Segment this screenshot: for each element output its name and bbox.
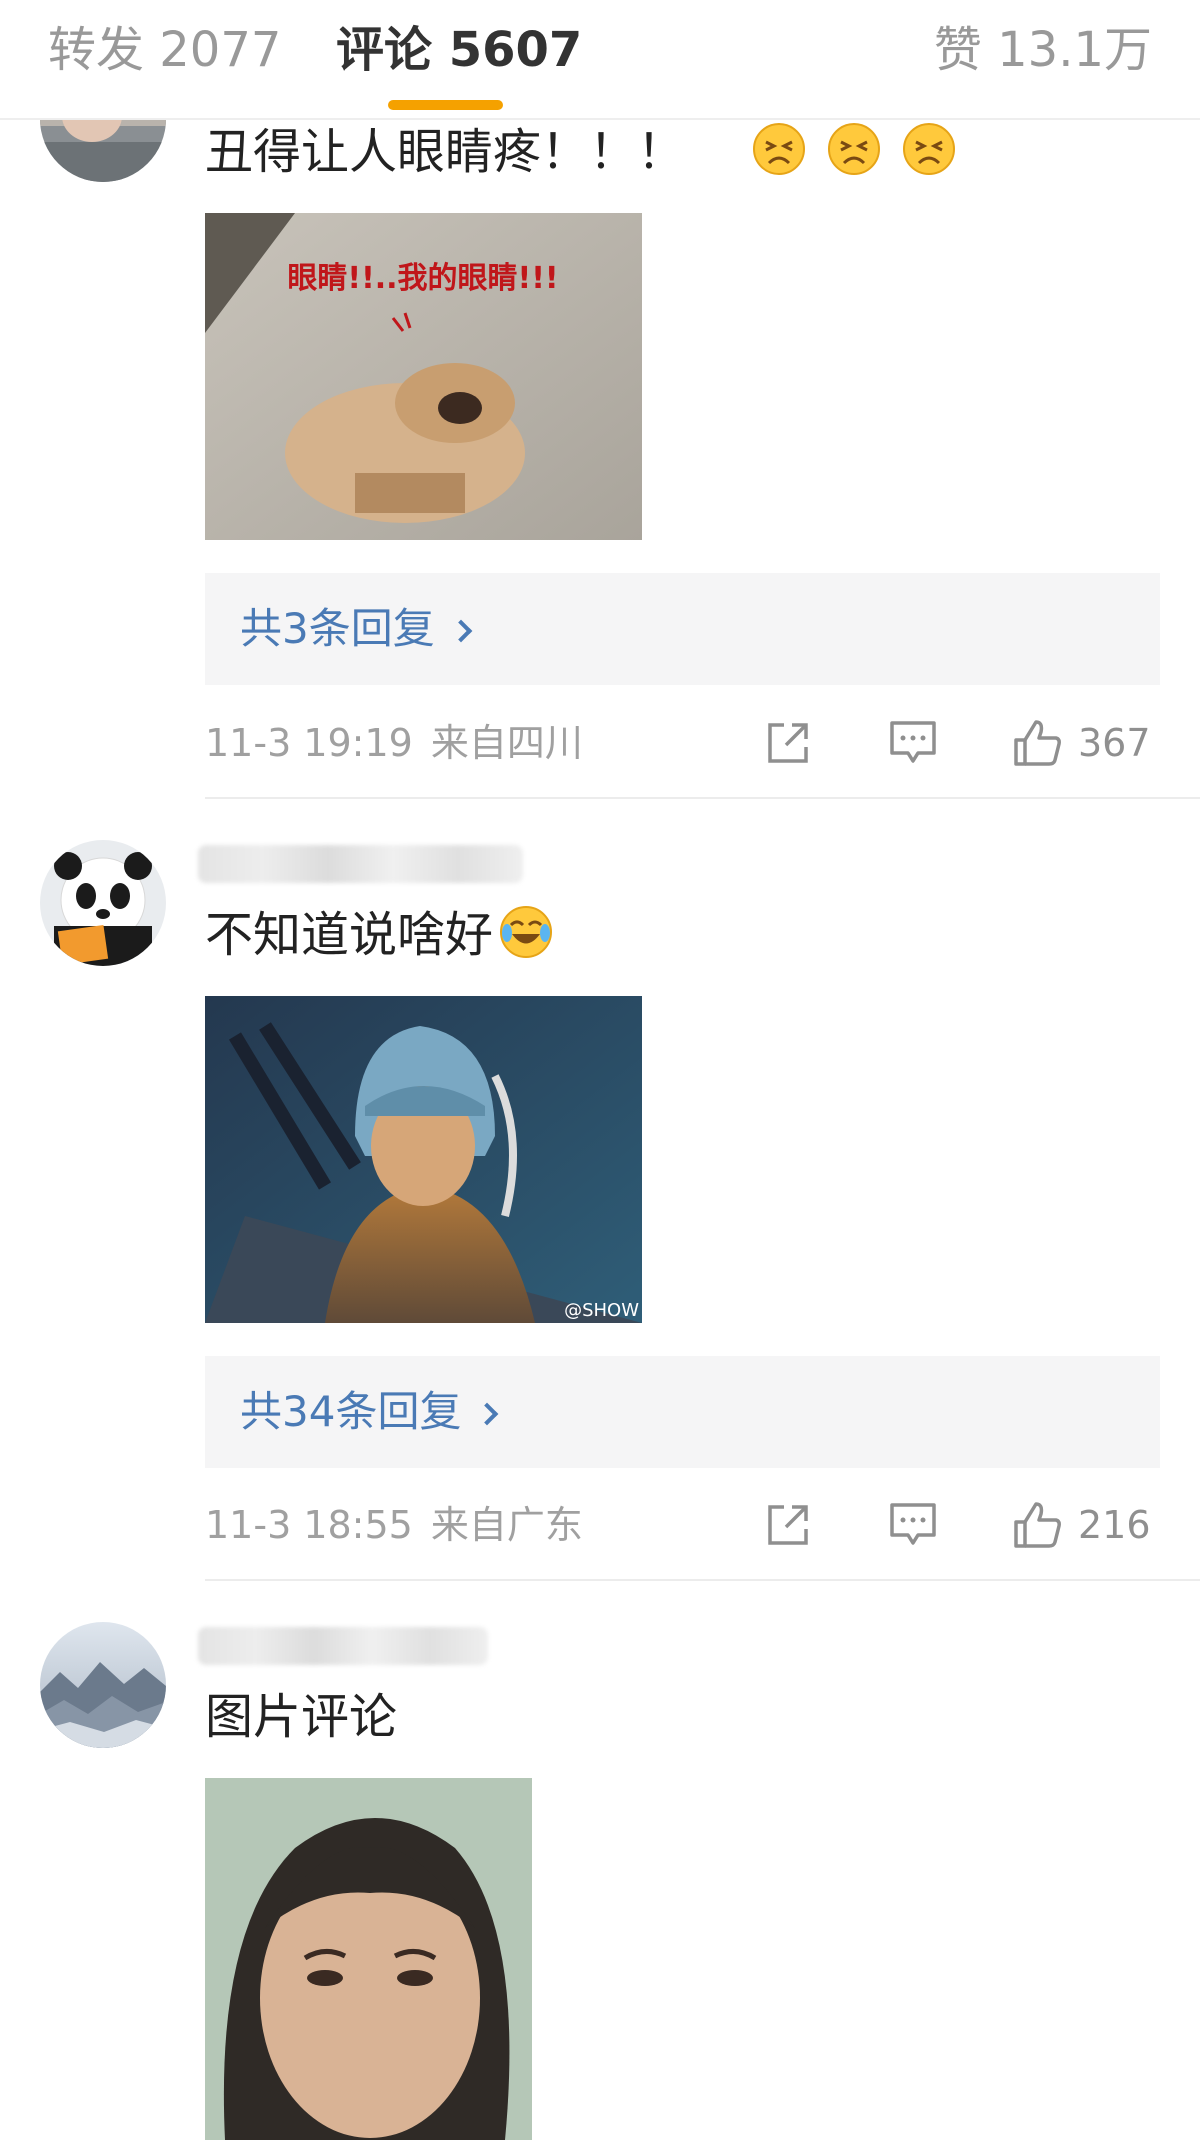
comment-location: 来自四川: [430, 721, 583, 765]
comment-time: 11-3 19:19: [205, 721, 413, 765]
reply-count-label: 共34条回复: [240, 1387, 462, 1436]
tab-reposts[interactable]: 转发 2077: [48, 20, 281, 80]
comment-image[interactable]: @SHOW: [205, 996, 642, 1323]
share-icon: [768, 723, 808, 763]
tab-comments[interactable]: 评论 5607: [336, 20, 582, 80]
share-button[interactable]: [764, 713, 812, 773]
frown-emoji-icon: [903, 123, 956, 175]
reply-count-label: 共3条回复: [240, 604, 435, 653]
comment-body: 图片评论: [205, 1689, 398, 1745]
reply-summary[interactable]: 共3条回复: [205, 573, 1160, 685]
frown-emoji-icon: [752, 123, 805, 175]
comment-text: 图片评论: [205, 1687, 397, 1747]
thumbs-up-icon: [1014, 720, 1061, 766]
username-blurred[interactable]: [198, 1627, 488, 1665]
like-count: 367: [1078, 721, 1151, 765]
like-count: 216: [1078, 1503, 1151, 1547]
like-button[interactable]: 367: [1012, 713, 1151, 773]
thumbs-up-icon: [1014, 1502, 1061, 1548]
comment-tab-bar: 转发 2077 评论 5607 赞 13.1万: [0, 0, 1200, 120]
comment-meta: 11-3 19:19 来自四川: [205, 713, 583, 773]
chevron-right-icon: [449, 619, 473, 643]
comment-time: 11-3 18:55: [205, 1503, 413, 1547]
comment-meta: 11-3 18:55 来自广东: [205, 1495, 583, 1555]
share-icon: [768, 1505, 808, 1545]
image-watermark: @SHOW: [564, 1300, 639, 1321]
laugh-cry-emoji-icon: [500, 906, 553, 958]
comment-item: 不知道说啥好 @SHOW 共34条回复 11-3 18:55 来自广东 216: [0, 800, 1200, 1582]
like-button[interactable]: 216: [1012, 1495, 1151, 1555]
comment-image[interactable]: 眼睛!!..我的眼睛!!!: [205, 213, 642, 540]
comment-body: 丑得让人眼睛疼！！！: [205, 124, 686, 180]
view-replies-link[interactable]: 共3条回复: [240, 573, 473, 685]
comment-location: 来自广东: [430, 1503, 583, 1547]
reply-button[interactable]: [888, 1495, 938, 1555]
chevron-right-icon: [476, 1402, 499, 1426]
view-replies-link[interactable]: 共34条回复: [240, 1356, 499, 1468]
avatar[interactable]: [40, 840, 166, 966]
share-button[interactable]: [764, 1495, 812, 1555]
reply-summary[interactable]: 共34条回复: [205, 1356, 1160, 1468]
comment-image[interactable]: [205, 1778, 532, 2140]
comment-divider: [205, 797, 1200, 799]
username-blurred[interactable]: [198, 845, 523, 883]
comment-text: 不知道说啥好: [205, 905, 553, 965]
comment-item: 丑得让人眼睛疼！！！ 眼睛!!..我的眼睛!!! 共3条回复 11-3 19:1…: [0, 0, 1200, 800]
reply-button[interactable]: [888, 713, 938, 773]
comment-divider: [205, 1579, 1200, 1581]
frown-emoji-icon: [827, 123, 880, 175]
image-caption: 眼睛!!..我的眼睛!!!: [287, 261, 558, 296]
comment-icon: [890, 721, 936, 763]
comment-icon: [890, 1503, 936, 1545]
comment-body: 不知道说啥好: [205, 907, 494, 963]
tab-likes[interactable]: 赞 13.1万: [934, 20, 1152, 80]
active-tab-indicator: [388, 100, 503, 110]
comment-text: 丑得让人眼睛疼！！！: [205, 122, 956, 182]
comment-item: 图片评论: [0, 1582, 1200, 2140]
avatar[interactable]: [40, 1622, 166, 1748]
